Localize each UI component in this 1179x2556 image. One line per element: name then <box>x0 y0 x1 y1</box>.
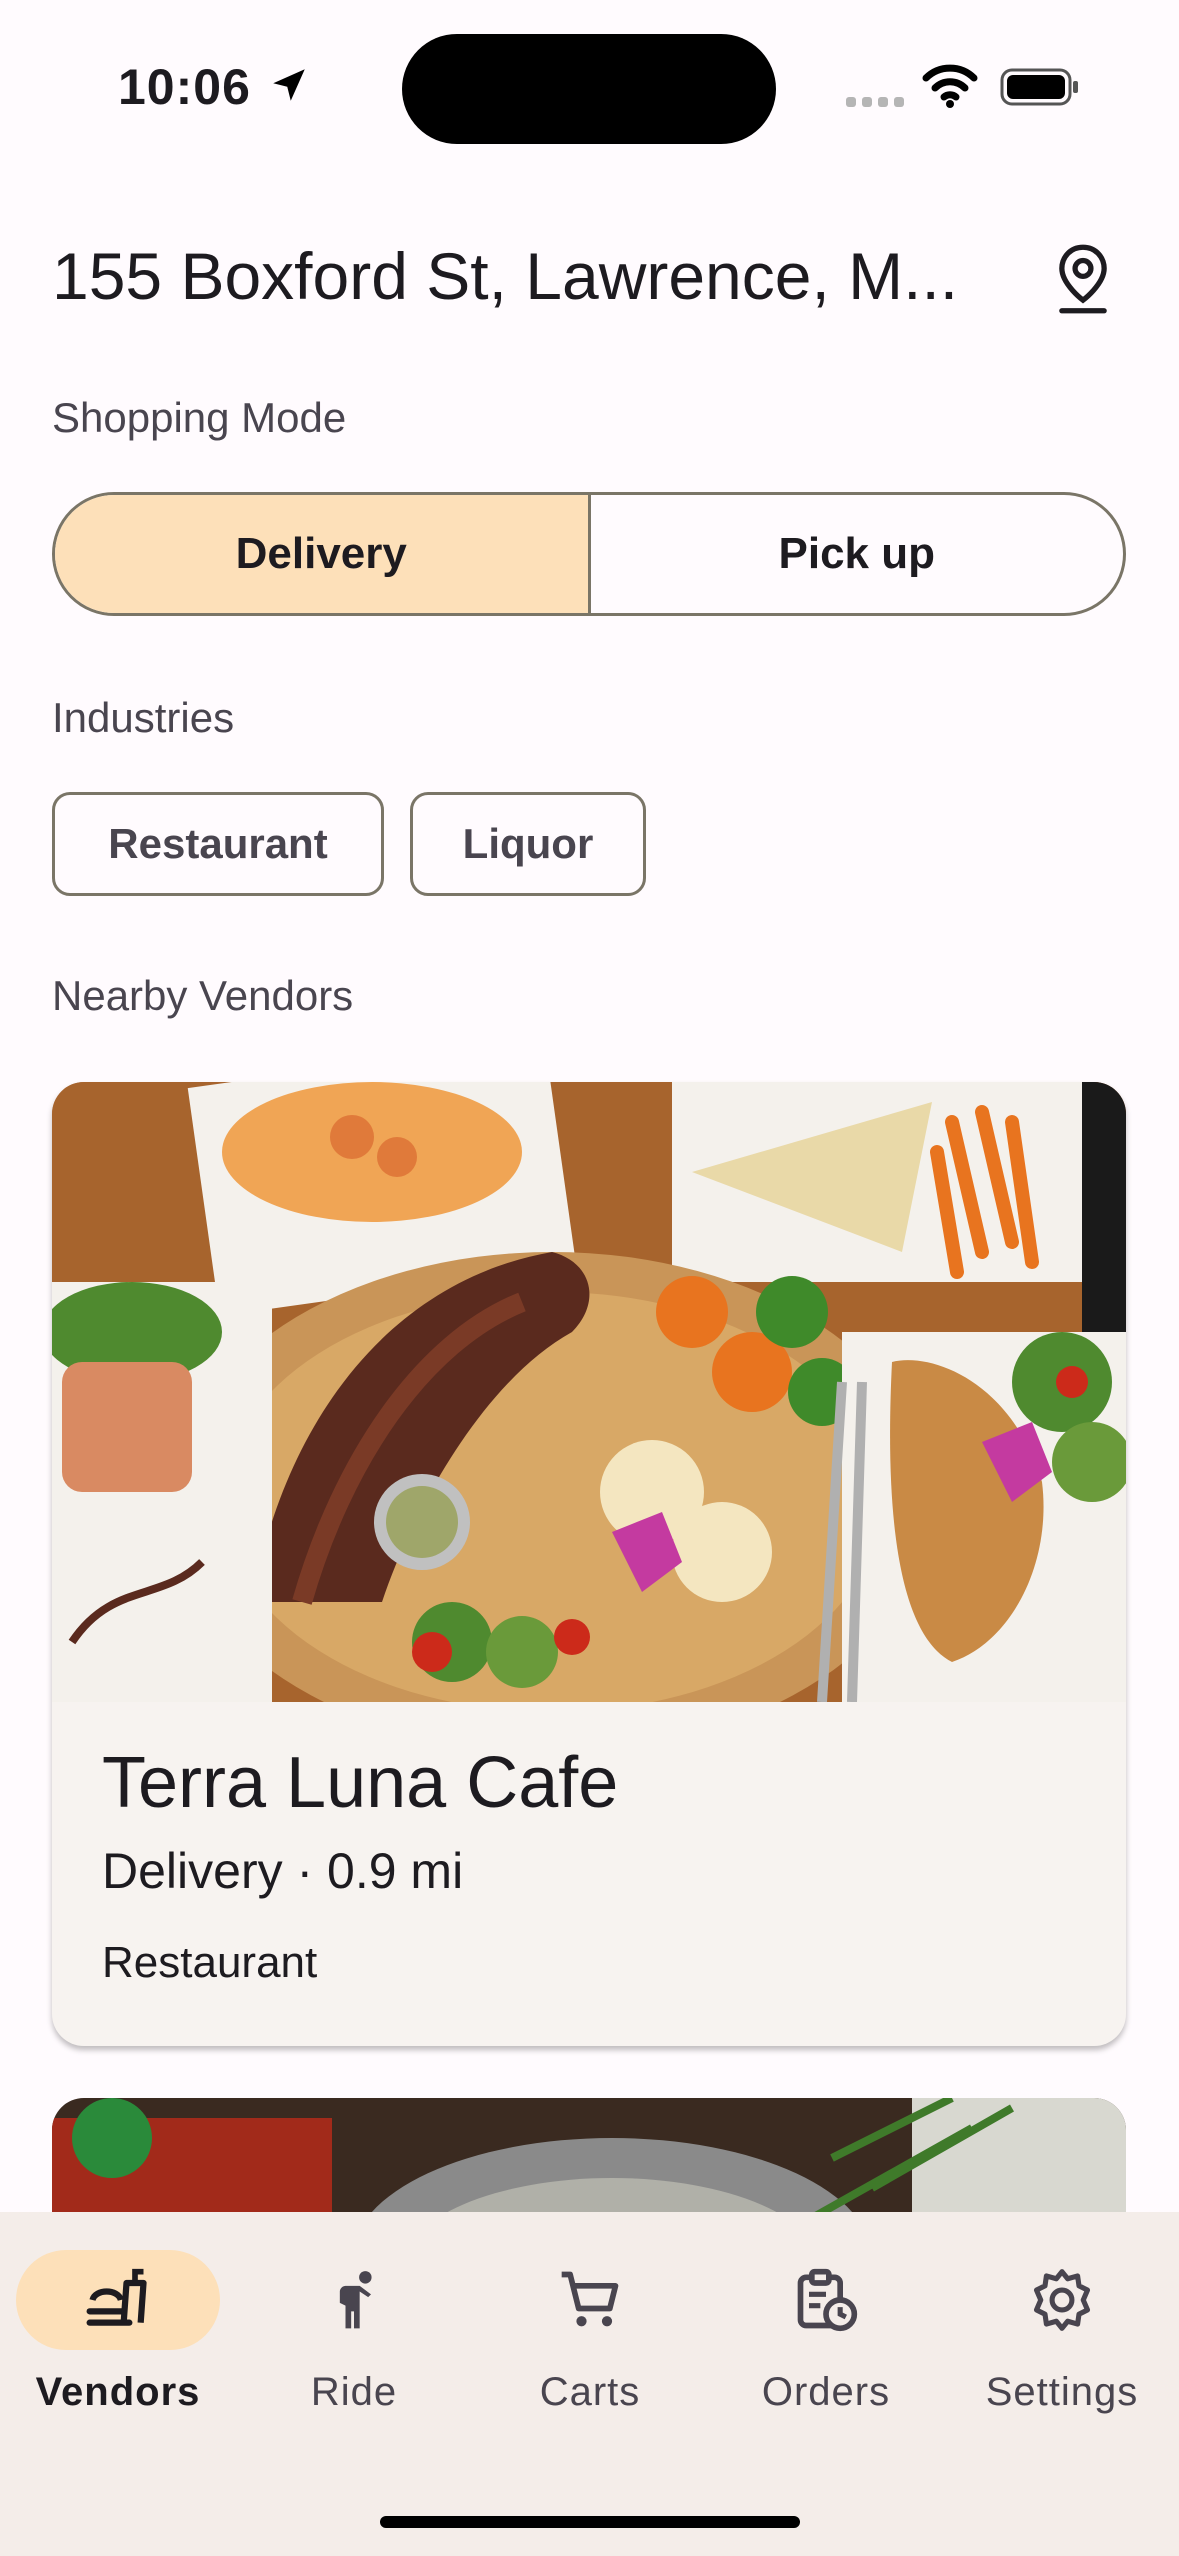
shopping-mode-toggle: Delivery Pick up <box>52 492 1126 616</box>
nav-label-settings: Settings <box>985 2370 1139 2414</box>
home-indicator <box>380 2516 800 2528</box>
vendor-card[interactable]: Terra Luna Cafe Delivery · 0.9 mi Restau… <box>52 1082 1126 2046</box>
nearby-vendors-label: Nearby Vendors <box>52 972 354 1019</box>
vendor-industry: Restaurant <box>102 1938 318 1987</box>
nav-carts[interactable]: Carts <box>472 2250 692 2420</box>
dynamic-island <box>402 34 776 144</box>
ride-icon <box>339 2271 372 2329</box>
nav-vendors[interactable]: Vendors <box>0 2250 220 2420</box>
nav-settings[interactable]: Settings <box>944 2250 1164 2420</box>
shopping-mode-label: Shopping Mode <box>52 394 347 441</box>
nav-label-ride: Ride <box>310 2370 398 2414</box>
cart-icon <box>561 2271 619 2327</box>
location-arrow-icon <box>273 69 305 101</box>
delivery-address[interactable]: 155 Boxford St, Lawrence, M... <box>52 238 972 314</box>
nav-label-vendors: Vendors <box>35 2370 201 2414</box>
delivery-option[interactable]: Delivery <box>55 495 591 613</box>
nav-orders[interactable]: Orders <box>708 2250 928 2420</box>
wifi-icon <box>922 64 978 108</box>
vendor-meta: Delivery · 0.9 mi <box>102 1843 464 1899</box>
vendors-icon <box>86 2268 147 2326</box>
battery-icon <box>1000 68 1078 106</box>
industry-chip-liquor[interactable]: Liquor <box>410 792 646 896</box>
industry-chip-restaurant[interactable]: Restaurant <box>52 792 384 896</box>
status-time: 10:06 <box>118 59 251 115</box>
vendor-food-image <box>52 1082 1126 1702</box>
nav-label-carts: Carts <box>539 2370 641 2414</box>
vendor-name: Terra Luna Cafe <box>102 1743 619 1823</box>
orders-icon <box>797 2268 858 2332</box>
bottom-navigation: Vendors Ride Carts Orders Settings <box>0 2212 1179 2556</box>
nav-ride[interactable]: Ride <box>236 2250 456 2420</box>
cellular-signal-icon <box>846 97 904 107</box>
industries-label: Industries <box>52 694 235 741</box>
gear-icon <box>1033 2269 1091 2331</box>
nav-label-orders: Orders <box>761 2370 891 2414</box>
pickup-option[interactable]: Pick up <box>591 495 1124 613</box>
location-pin-icon[interactable] <box>1050 242 1116 316</box>
